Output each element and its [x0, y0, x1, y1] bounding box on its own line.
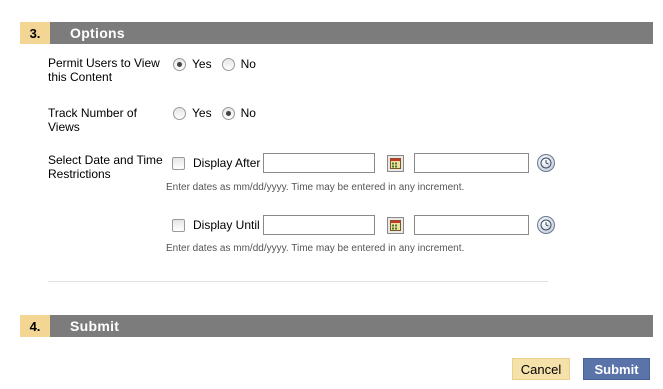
display-until-time-input[interactable] [413, 215, 529, 235]
track-yes-radio[interactable] [173, 106, 186, 120]
display-after-time-input[interactable] [414, 153, 530, 173]
permit-users-radio-group: Yes No [173, 57, 266, 71]
display-after-hint: Enter dates as mm/dd/yyyy. Time may be e… [166, 182, 465, 193]
options-section-header: 3. Options [20, 22, 653, 44]
display-after-date-input[interactable] [263, 153, 376, 173]
display-until-hint: Enter dates as mm/dd/yyyy. Time may be e… [166, 243, 465, 254]
date-restrictions-label: Select Date and Time Restrictions [48, 153, 163, 181]
track-no-label[interactable]: No [241, 106, 256, 120]
submit-button[interactable]: Submit [583, 358, 650, 380]
display-after-label[interactable]: Display After [193, 156, 260, 170]
track-views-label: Track Number of Views [48, 106, 137, 134]
cancel-button[interactable]: Cancel [512, 358, 570, 380]
display-until-row: Display Until [172, 215, 555, 235]
display-until-date-input[interactable] [262, 215, 375, 235]
permit-yes-label[interactable]: Yes [192, 57, 212, 71]
clock-icon [540, 219, 552, 231]
permit-no-label[interactable]: No [241, 57, 256, 71]
display-until-checkbox[interactable] [172, 218, 185, 232]
display-until-label[interactable]: Display Until [193, 218, 260, 232]
calendar-icon [389, 219, 401, 231]
options-divider [48, 281, 548, 282]
display-after-checkbox[interactable] [172, 156, 185, 170]
calendar-icon [390, 157, 402, 169]
submit-step-number: 4. [20, 315, 50, 337]
display-after-clock-button[interactable] [537, 154, 556, 172]
permit-yes-radio[interactable] [173, 57, 186, 71]
permit-users-label: Permit Users to View this Content [48, 56, 160, 84]
display-until-clock-button[interactable] [536, 216, 555, 234]
display-after-calendar-button[interactable] [387, 154, 405, 172]
permit-no-radio[interactable] [221, 57, 235, 71]
submit-section-header: 4. Submit [20, 315, 653, 337]
track-yes-label[interactable]: Yes [192, 106, 212, 120]
options-section-title: Options [70, 25, 125, 41]
clock-icon [540, 157, 552, 169]
display-until-calendar-button[interactable] [386, 216, 404, 234]
options-step-number: 3. [20, 22, 50, 44]
track-no-radio[interactable] [221, 106, 235, 120]
display-after-row: Display After [172, 153, 556, 173]
track-views-radio-group: Yes No [173, 106, 266, 120]
submit-section-title: Submit [70, 318, 120, 334]
